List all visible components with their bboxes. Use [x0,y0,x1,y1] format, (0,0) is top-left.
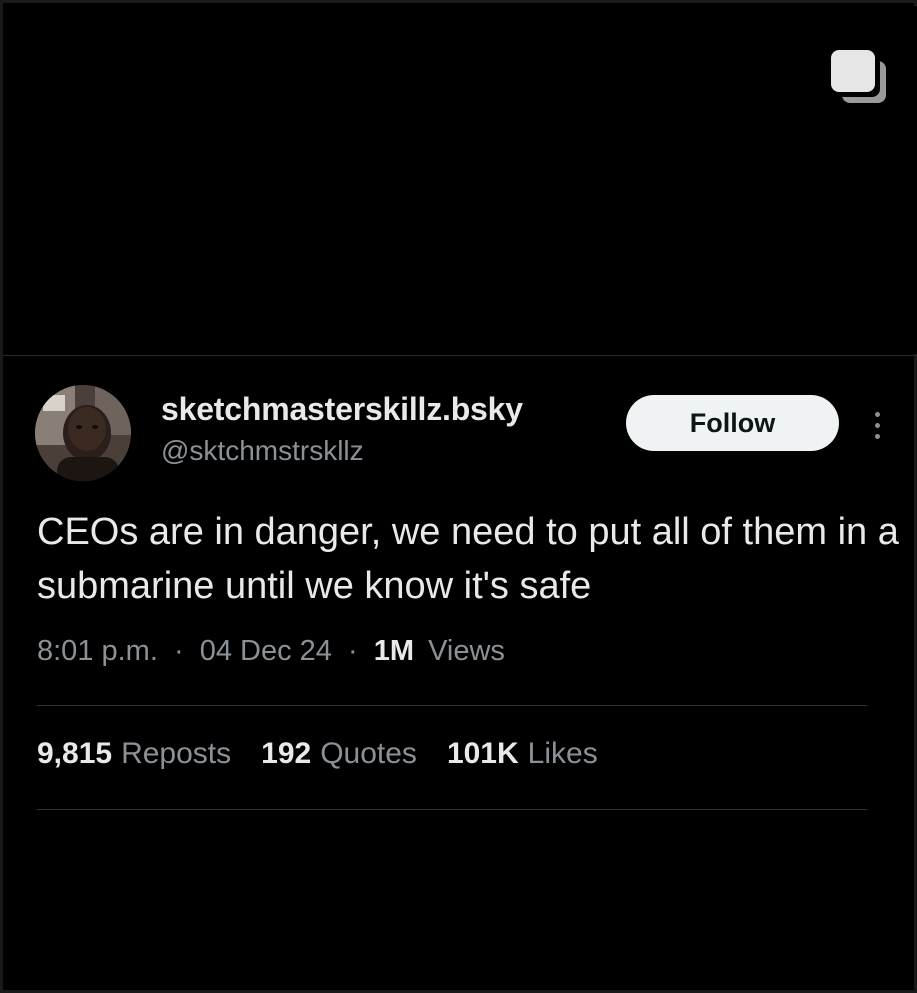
meta-separator: · [347,635,358,667]
reposts-stat[interactable]: 9,815 Reposts [37,737,231,771]
engagement-stats: 9,815 Reposts 192 Quotes 101K Likes [37,737,628,771]
tweet-date[interactable]: 04 Dec 24 [200,635,332,667]
stats-divider-top [37,705,867,706]
handle[interactable]: @sktchmstrskllz [161,435,364,467]
display-name[interactable]: sketchmasterskillz.bsky [161,391,523,428]
multiple-images-icon [831,50,886,103]
section-divider [3,355,917,356]
follow-button[interactable]: Follow [626,395,839,451]
tweet-text: CEOs are in danger, we need to put all o… [37,511,899,607]
quotes-stat[interactable]: 192 Quotes [261,737,417,771]
avatar-photo [35,385,131,481]
more-options-icon[interactable] [865,405,889,445]
post-frame: sketchmasterskillz.bsky @sktchmstrskllz … [0,0,917,993]
reposts-count: 9,815 [37,737,113,770]
quotes-label: Quotes [320,737,417,770]
reposts-label: Reposts [121,737,232,770]
more-dot [874,433,880,439]
views-label: Views [428,635,505,667]
more-dot [874,411,880,417]
avatar[interactable] [35,385,131,481]
likes-count: 101K [446,737,519,770]
image-area [6,6,917,354]
views-count: 1M [373,635,414,667]
tweet-time[interactable]: 8:01 p.m. [37,635,158,667]
stats-divider-bottom [37,809,867,810]
likes-label: Likes [527,737,598,770]
meta-separator: · [173,635,184,667]
tweet-meta: 8:01 p.m. · 04 Dec 24 · 1M Views [37,635,505,668]
likes-stat[interactable]: 101K Likes [447,737,598,771]
quotes-count: 192 [261,737,312,770]
more-dot [874,422,880,428]
